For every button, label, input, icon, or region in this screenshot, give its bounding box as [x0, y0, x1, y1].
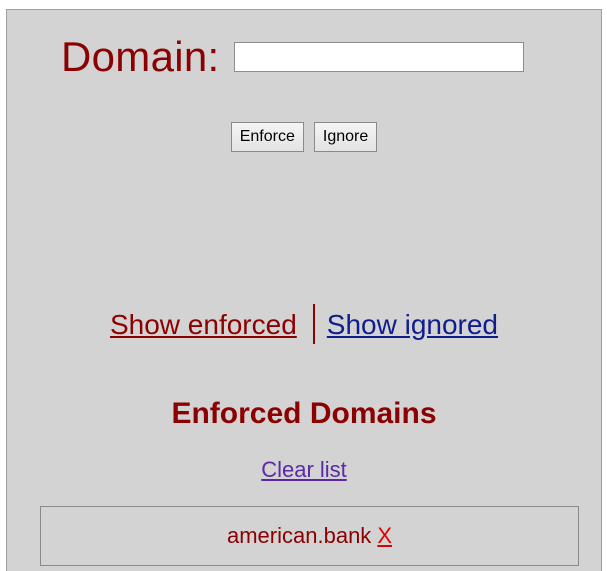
action-buttons: Enforce Ignore: [7, 122, 601, 152]
domain-input[interactable]: [233, 42, 524, 72]
show-enforced-link[interactable]: Show enforced: [110, 309, 297, 340]
remove-domain-button[interactable]: X: [377, 523, 392, 549]
clear-list-container: Clear list: [7, 456, 601, 484]
section-title: Enforced Domains: [171, 397, 437, 430]
domain-form-row: Domain:: [61, 36, 524, 78]
clear-list-link[interactable]: Clear list: [261, 457, 347, 482]
enforce-button[interactable]: Enforce: [230, 122, 304, 152]
domain-settings-panel: Domain: Enforce Ignore Show enforced Show…: [6, 9, 602, 571]
domain-label: Domain:: [61, 33, 220, 80]
domain-name: american.bank: [227, 523, 372, 548]
ignore-button[interactable]: Ignore: [313, 122, 378, 152]
list-item: american.bank X: [40, 506, 579, 566]
link-separator: [312, 303, 315, 344]
view-toggle-links: Show enforced Show ignored: [7, 303, 601, 345]
show-ignored-link[interactable]: Show ignored: [327, 309, 498, 340]
